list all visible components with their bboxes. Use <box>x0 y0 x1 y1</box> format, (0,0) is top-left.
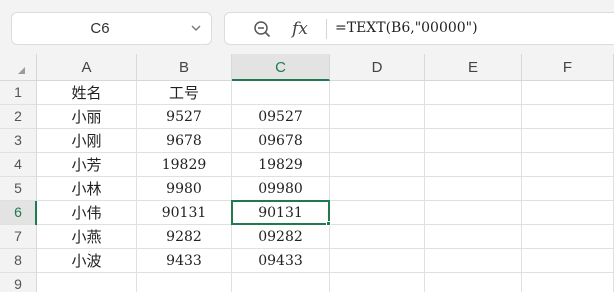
cell-e6[interactable] <box>425 201 522 225</box>
cell-f4[interactable] <box>522 153 614 177</box>
cell-e8[interactable] <box>425 249 522 273</box>
cell-d4[interactable] <box>330 153 425 177</box>
row-header-7[interactable]: 7 <box>0 225 37 249</box>
cell-c7[interactable]: 09282 <box>232 225 330 249</box>
row-header-5[interactable]: 5 <box>0 177 37 201</box>
select-all-corner[interactable] <box>0 54 37 81</box>
cell-a8[interactable]: 小波 <box>37 249 137 273</box>
cell-a1[interactable]: 姓名 <box>37 81 137 105</box>
column-header-row: ABCDEF <box>0 54 614 81</box>
column-header-d[interactable]: D <box>330 54 425 81</box>
cell-c5[interactable]: 09980 <box>232 177 330 201</box>
row-header-9[interactable]: 9 <box>0 273 37 292</box>
cell-f9[interactable] <box>522 273 614 292</box>
cell-b5[interactable]: 9980 <box>137 177 232 201</box>
column-header-c[interactable]: C <box>232 54 330 81</box>
cell-e7[interactable] <box>425 225 522 249</box>
cell-a7[interactable]: 小燕 <box>37 225 137 249</box>
cell-d7[interactable] <box>330 225 425 249</box>
cell-c1[interactable] <box>232 81 330 105</box>
formula-toolbar: C6 fx =TEXT(B6,"00000") <box>0 0 614 54</box>
cell-c9[interactable] <box>232 273 330 292</box>
zoom-icon[interactable] <box>253 20 271 38</box>
cell-b2[interactable]: 9527 <box>137 105 232 129</box>
cell-d8[interactable] <box>330 249 425 273</box>
row-header-3[interactable]: 3 <box>0 129 37 153</box>
formula-separator <box>326 19 327 39</box>
select-all-icon <box>18 67 25 74</box>
column-header-f[interactable]: F <box>522 54 614 81</box>
formula-box[interactable]: fx =TEXT(B6,"00000") <box>224 12 614 45</box>
cell-e3[interactable] <box>425 129 522 153</box>
cell-d2[interactable] <box>330 105 425 129</box>
row-header-2[interactable]: 2 <box>0 105 37 129</box>
cell-b7[interactable]: 9282 <box>137 225 232 249</box>
cell-f7[interactable] <box>522 225 614 249</box>
column-header-e[interactable]: E <box>425 54 522 81</box>
row-header-1[interactable]: 1 <box>0 81 37 105</box>
cell-b8[interactable]: 9433 <box>137 249 232 273</box>
selection-outline <box>231 200 330 225</box>
name-box-value: C6 <box>90 20 110 37</box>
cell-a3[interactable]: 小刚 <box>37 129 137 153</box>
cell-f1[interactable] <box>522 81 614 105</box>
cell-e4[interactable] <box>425 153 522 177</box>
cell-e2[interactable] <box>425 105 522 129</box>
cell-c3[interactable]: 09678 <box>232 129 330 153</box>
name-box[interactable]: C6 <box>11 12 212 45</box>
cell-b3[interactable]: 9678 <box>137 129 232 153</box>
spreadsheet-grid: ABCDEF 1 姓名 工号 2 小丽 9527 09527 3 小刚 9678 09678 4 小芳 1… <box>0 54 614 292</box>
cell-b6[interactable]: 90131 <box>137 201 232 225</box>
cell-a4[interactable]: 小芳 <box>37 153 137 177</box>
cell-d5[interactable] <box>330 177 425 201</box>
cell-a2[interactable]: 小丽 <box>37 105 137 129</box>
cell-f3[interactable] <box>522 129 614 153</box>
cell-d6[interactable] <box>330 201 425 225</box>
cell-d1[interactable] <box>330 81 425 105</box>
row-header-8[interactable]: 8 <box>0 249 37 273</box>
fx-icon[interactable]: fx <box>292 15 308 43</box>
cell-a6[interactable]: 小伟 <box>37 201 137 225</box>
cell-e5[interactable] <box>425 177 522 201</box>
row-header-6[interactable]: 6 <box>0 201 37 225</box>
cell-f2[interactable] <box>522 105 614 129</box>
cell-b1[interactable]: 工号 <box>137 81 232 105</box>
cell-f8[interactable] <box>522 249 614 273</box>
cell-d3[interactable] <box>330 129 425 153</box>
cell-e1[interactable] <box>425 81 522 105</box>
formula-input[interactable]: =TEXT(B6,"00000") <box>335 13 478 44</box>
cell-f6[interactable] <box>522 201 614 225</box>
cell-a9[interactable] <box>37 273 137 292</box>
cell-c8[interactable]: 09433 <box>232 249 330 273</box>
cell-b9[interactable] <box>137 273 232 292</box>
cell-c4[interactable]: 19829 <box>232 153 330 177</box>
column-header-a[interactable]: A <box>37 54 137 81</box>
cell-c2[interactable]: 09527 <box>232 105 330 129</box>
column-header-b[interactable]: B <box>137 54 232 81</box>
cell-a5[interactable]: 小林 <box>37 177 137 201</box>
cell-f5[interactable] <box>522 177 614 201</box>
cell-d9[interactable] <box>330 273 425 292</box>
fill-handle[interactable] <box>326 221 331 226</box>
cell-e9[interactable] <box>425 273 522 292</box>
chevron-down-icon[interactable] <box>191 23 201 33</box>
cell-b4[interactable]: 19829 <box>137 153 232 177</box>
row-header-4[interactable]: 4 <box>0 153 37 177</box>
